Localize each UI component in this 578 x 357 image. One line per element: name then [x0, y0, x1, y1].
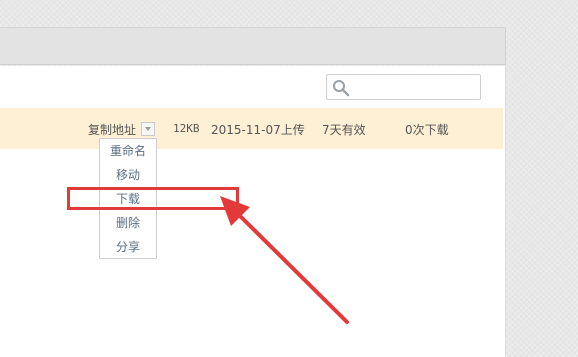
- menu-item-rename[interactable]: 重命名: [100, 141, 156, 161]
- search-box[interactable]: [326, 74, 481, 100]
- download-count: 0次下载: [405, 123, 449, 137]
- menu-item-move[interactable]: 移动: [100, 165, 156, 185]
- menu-item-delete[interactable]: 删除: [100, 213, 156, 233]
- file-list-panel: 复制地址 12KB 2015-11-07上传 7天有效 0次下载: [0, 66, 506, 357]
- copy-address-link[interactable]: 复制地址: [88, 121, 136, 138]
- menu-item-share[interactable]: 分享: [100, 237, 156, 257]
- top-toolbar: [0, 27, 506, 65]
- highlight-box: [67, 187, 239, 210]
- file-size: 12KB: [173, 122, 200, 135]
- upload-date: 2015-11-07上传: [211, 123, 305, 137]
- search-input[interactable]: [353, 77, 479, 99]
- search-icon[interactable]: [332, 79, 350, 97]
- chevron-down-icon: [145, 127, 151, 131]
- actions-dropdown-button[interactable]: [141, 122, 155, 136]
- validity-period: 7天有效: [322, 123, 366, 137]
- file-row[interactable]: 复制地址 12KB 2015-11-07上传 7天有效 0次下载: [0, 108, 503, 149]
